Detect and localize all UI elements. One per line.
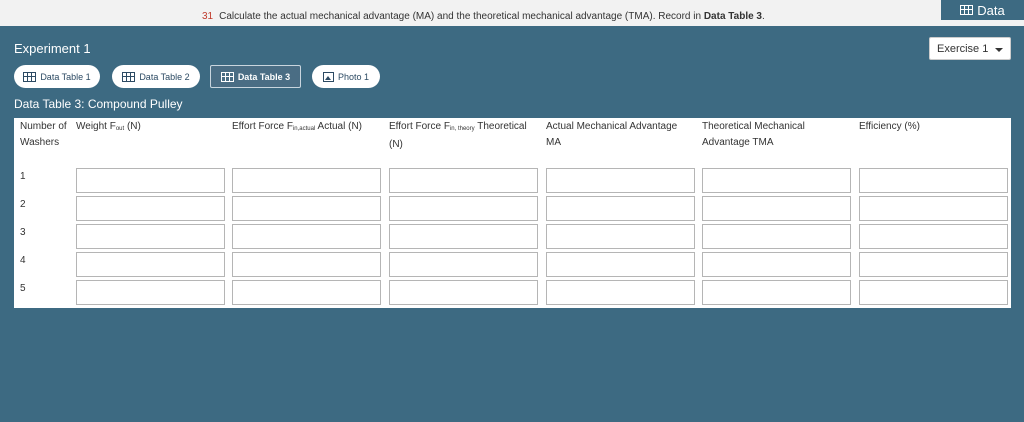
- table-input-r3-c7[interactable]: [859, 224, 1008, 249]
- table-input-r2-c5[interactable]: [546, 196, 695, 221]
- table-input-r5-c2[interactable]: [76, 280, 225, 305]
- table-grid-icon: [960, 5, 974, 15]
- row-washers-3: 3: [20, 227, 26, 238]
- table-input-r5-c6[interactable]: [702, 280, 851, 305]
- chevron-down-icon: [995, 48, 1003, 52]
- instruction-bar: 31 Calculate the actual mechanical advant…: [0, 0, 1024, 26]
- table-input-r2-c4[interactable]: [389, 196, 538, 221]
- table-input-r1-c7[interactable]: [859, 168, 1008, 193]
- row-washers-5: 5: [20, 283, 26, 294]
- table-input-r3-c3[interactable]: [232, 224, 381, 249]
- col-header-weight: Weight Fout (N): [76, 121, 141, 132]
- table-input-r5-c7[interactable]: [859, 280, 1008, 305]
- table-input-r3-c6[interactable]: [702, 224, 851, 249]
- table-input-r4-c3[interactable]: [232, 252, 381, 277]
- table-input-r4-c4[interactable]: [389, 252, 538, 277]
- table-input-r5-c3[interactable]: [232, 280, 381, 305]
- row-washers-1: 1: [20, 171, 26, 182]
- table-input-r5-c5[interactable]: [546, 280, 695, 305]
- row-washers-4: 4: [20, 255, 26, 266]
- tab-data-table-3[interactable]: Data Table 3: [210, 65, 301, 88]
- table-input-r4-c5[interactable]: [546, 252, 695, 277]
- table-input-r1-c4[interactable]: [389, 168, 538, 193]
- table-input-r4-c6[interactable]: [702, 252, 851, 277]
- table-grid-icon: [23, 71, 37, 82]
- col-header-effort-actual: Effort Force Fin,actual Actual (N): [232, 121, 362, 132]
- table-input-r1-c6[interactable]: [702, 168, 851, 193]
- table-input-r3-c2[interactable]: [76, 224, 225, 249]
- table-input-r5-c4[interactable]: [389, 280, 538, 305]
- experiment-title: Experiment 1: [14, 41, 91, 56]
- table-input-r2-c6[interactable]: [702, 196, 851, 221]
- question-number: 31: [202, 11, 214, 22]
- row-washers-2: 2: [20, 199, 26, 210]
- table-grid-icon: [122, 71, 136, 82]
- table-input-r2-c7[interactable]: [859, 196, 1008, 221]
- tab-data-table-1[interactable]: Data Table 1: [14, 65, 100, 88]
- exercise-select[interactable]: Exercise 1: [929, 37, 1011, 60]
- data-table: Number of Washers Weight Fout (N) Effort F…: [14, 118, 1011, 308]
- tab-photo-1[interactable]: Photo 1: [312, 65, 380, 88]
- table-grid-icon: [220, 71, 234, 82]
- table-input-r3-c4[interactable]: [389, 224, 538, 249]
- table-input-r2-c2[interactable]: [76, 196, 225, 221]
- table-input-r1-c3[interactable]: [232, 168, 381, 193]
- table-input-r4-c2[interactable]: [76, 252, 225, 277]
- table-input-r2-c3[interactable]: [232, 196, 381, 221]
- table-input-r4-c7[interactable]: [859, 252, 1008, 277]
- table-input-r1-c2[interactable]: [76, 168, 225, 193]
- table-input-r1-c5[interactable]: [546, 168, 695, 193]
- col-header-efficiency: Efficiency (%): [859, 121, 920, 132]
- col-header-effort-theoretical: Effort Force Fin, theory Theoretical (N): [389, 121, 527, 150]
- photo-icon: [322, 71, 334, 82]
- table-input-r3-c5[interactable]: [546, 224, 695, 249]
- col-header-actual-ma: Actual Mechanical Advantage MA: [546, 121, 678, 148]
- table-title: Data Table 3: Compound Pulley: [14, 97, 183, 111]
- col-header-theoretical-ma: Theoretical Mechanical Advantage TMA: [702, 121, 805, 148]
- col-header-washers: Number of Washers: [20, 121, 67, 148]
- instruction-text: 31 Calculate the actual mechanical advant…: [202, 11, 765, 22]
- data-button[interactable]: Data: [941, 0, 1024, 20]
- tab-data-table-2[interactable]: Data Table 2: [112, 65, 200, 88]
